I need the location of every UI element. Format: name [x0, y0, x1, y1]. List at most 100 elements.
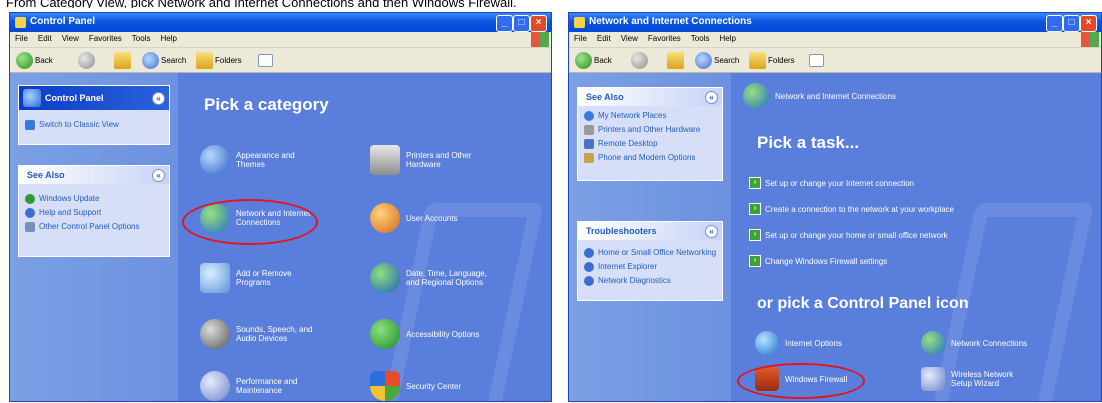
switch-classic-view-link[interactable]: Switch to Classic View — [19, 118, 169, 132]
task-setup-internet[interactable]: › Set up or change your Internet connecti… — [749, 177, 914, 189]
control-panel-window: Control Panel _ □ × File Edit View Favorite… — [9, 12, 552, 402]
folders-button[interactable]: Folders — [749, 51, 795, 69]
title-bar[interactable]: Network and Internet Connections _ □ × — [569, 13, 1101, 32]
speaker-icon — [200, 319, 230, 349]
highlight-oval — [182, 199, 318, 245]
task-pane: Control Panel « Switch to Classic View S… — [10, 73, 178, 401]
see-also-item[interactable]: Windows Update — [19, 192, 169, 206]
forward-button[interactable] — [631, 51, 650, 69]
collapse-chevron-icon[interactable]: « — [705, 91, 718, 104]
accessibility-icon — [370, 319, 400, 349]
category-accessibility[interactable]: Accessibility Options — [370, 319, 490, 349]
search-button[interactable]: Search — [695, 51, 739, 69]
collapse-chevron-icon[interactable]: « — [705, 225, 718, 238]
search-icon — [695, 51, 712, 69]
windows-logo-icon — [531, 32, 549, 47]
remote-desktop-icon — [584, 139, 594, 149]
menu-file[interactable]: File — [10, 32, 33, 43]
menu-edit[interactable]: Edit — [33, 32, 57, 43]
troubleshooter-item[interactable]: Internet Explorer — [578, 260, 722, 274]
clock-globe-icon — [370, 263, 400, 293]
appearance-icon — [200, 145, 230, 175]
menu-view[interactable]: View — [57, 32, 84, 43]
menu-favorites[interactable]: Favorites — [84, 32, 127, 43]
menu-help[interactable]: Help — [714, 32, 740, 43]
category-security-center[interactable]: Security Center — [370, 371, 490, 401]
see-also-item[interactable]: Help and Support — [19, 206, 169, 220]
icon-wireless-setup[interactable]: Wireless Network Setup Wizard — [921, 367, 1035, 391]
forward-button[interactable] — [78, 51, 97, 69]
control-panel-box-header[interactable]: Control Panel « — [19, 86, 169, 110]
troubleshooters-title: Troubleshooters — [586, 226, 657, 236]
page-title: Pick a category — [204, 95, 329, 114]
category-date-time[interactable]: Date, Time, Language, and Regional Optio… — [370, 263, 490, 293]
see-also-item[interactable]: Phone and Modem Options — [578, 151, 722, 165]
control-panel-box: Control Panel « Switch to Classic View — [18, 85, 170, 145]
task-firewall-settings[interactable]: › Change Windows Firewall settings — [749, 255, 887, 267]
search-button[interactable]: Search — [142, 51, 186, 69]
close-button[interactable]: × — [530, 15, 547, 32]
see-also-header[interactable]: See Also « — [578, 88, 722, 106]
minimize-button[interactable]: _ — [496, 15, 513, 32]
menu-favorites[interactable]: Favorites — [643, 32, 686, 43]
back-button[interactable]: Back — [16, 51, 53, 69]
menu-help[interactable]: Help — [155, 32, 181, 43]
menu-bar: File Edit View Favorites Tools Help — [10, 32, 551, 48]
help-icon — [584, 276, 594, 286]
category-printers[interactable]: Printers and Other Hardware — [370, 145, 490, 175]
folders-button[interactable]: Folders — [196, 51, 242, 69]
toolbar: Back Search Folders — [569, 48, 1101, 73]
up-folder-icon — [114, 51, 131, 69]
help-icon — [584, 262, 594, 272]
task-home-network[interactable]: › Set up or change your home or small off… — [749, 229, 948, 241]
see-also-item[interactable]: Remote Desktop — [578, 137, 722, 151]
close-button[interactable]: × — [1080, 15, 1097, 32]
see-also-title: See Also — [27, 170, 65, 180]
see-also-item[interactable]: Printers and Other Hardware — [578, 123, 722, 137]
menu-edit[interactable]: Edit — [592, 32, 616, 43]
icon-network-connections[interactable]: Network Connections — [921, 331, 1035, 355]
performance-icon — [200, 371, 230, 401]
up-button[interactable] — [114, 51, 133, 69]
troubleshooter-item[interactable]: Network Diagnostics — [578, 274, 722, 288]
task-arrow-icon: › — [749, 177, 761, 189]
back-button[interactable]: Back — [575, 51, 612, 69]
task-workplace-connection[interactable]: › Create a connection to the network at y… — [749, 203, 954, 215]
troubleshooters-header[interactable]: Troubleshooters « — [578, 222, 722, 240]
category-performance[interactable]: Performance and Maintenance — [200, 371, 320, 401]
maximize-button[interactable]: □ — [1063, 15, 1080, 32]
views-button[interactable] — [258, 51, 275, 69]
folders-icon — [196, 51, 213, 69]
network-places-icon — [584, 111, 594, 121]
see-also-item[interactable]: Other Control Panel Options — [19, 220, 169, 234]
icon-internet-options[interactable]: Internet Options — [755, 331, 869, 355]
views-button[interactable] — [809, 51, 826, 69]
maximize-button[interactable]: □ — [513, 15, 530, 32]
shield-icon — [370, 371, 400, 401]
title-bar[interactable]: Control Panel _ □ × — [10, 13, 551, 32]
menu-tools[interactable]: Tools — [127, 32, 156, 43]
task-arrow-icon: › — [749, 203, 761, 215]
category-header: Network and Internet Connections — [743, 83, 896, 109]
menu-view[interactable]: View — [616, 32, 643, 43]
category-user-accounts[interactable]: User Accounts — [370, 203, 490, 233]
see-also-item[interactable]: My Network Places — [578, 109, 722, 123]
category-appearance[interactable]: Appearance and Themes — [200, 145, 320, 175]
back-arrow-icon — [16, 51, 33, 69]
up-button[interactable] — [667, 51, 686, 69]
category-add-remove[interactable]: Add or Remove Programs — [200, 263, 320, 293]
see-also-box: See Also « My Network Places Printers an… — [577, 87, 723, 181]
toolbar: Back Search Folders — [10, 48, 551, 73]
troubleshooter-item[interactable]: Home or Small Office Networking — [578, 246, 722, 260]
see-also-header[interactable]: See Also « — [19, 166, 169, 184]
collapse-chevron-icon[interactable]: « — [152, 169, 165, 182]
instruction-caption: From Category View, pick Network and Int… — [6, 0, 517, 8]
minimize-button[interactable]: _ — [1046, 15, 1063, 32]
collapse-chevron-icon[interactable]: « — [152, 92, 165, 105]
menu-tools[interactable]: Tools — [686, 32, 715, 43]
pick-task-heading: Pick a task... — [757, 133, 860, 152]
category-sounds[interactable]: Sounds, Speech, and Audio Devices — [200, 319, 320, 349]
menu-file[interactable]: File — [569, 32, 592, 43]
network-folder-icon — [574, 17, 585, 28]
forward-arrow-icon — [631, 51, 648, 69]
